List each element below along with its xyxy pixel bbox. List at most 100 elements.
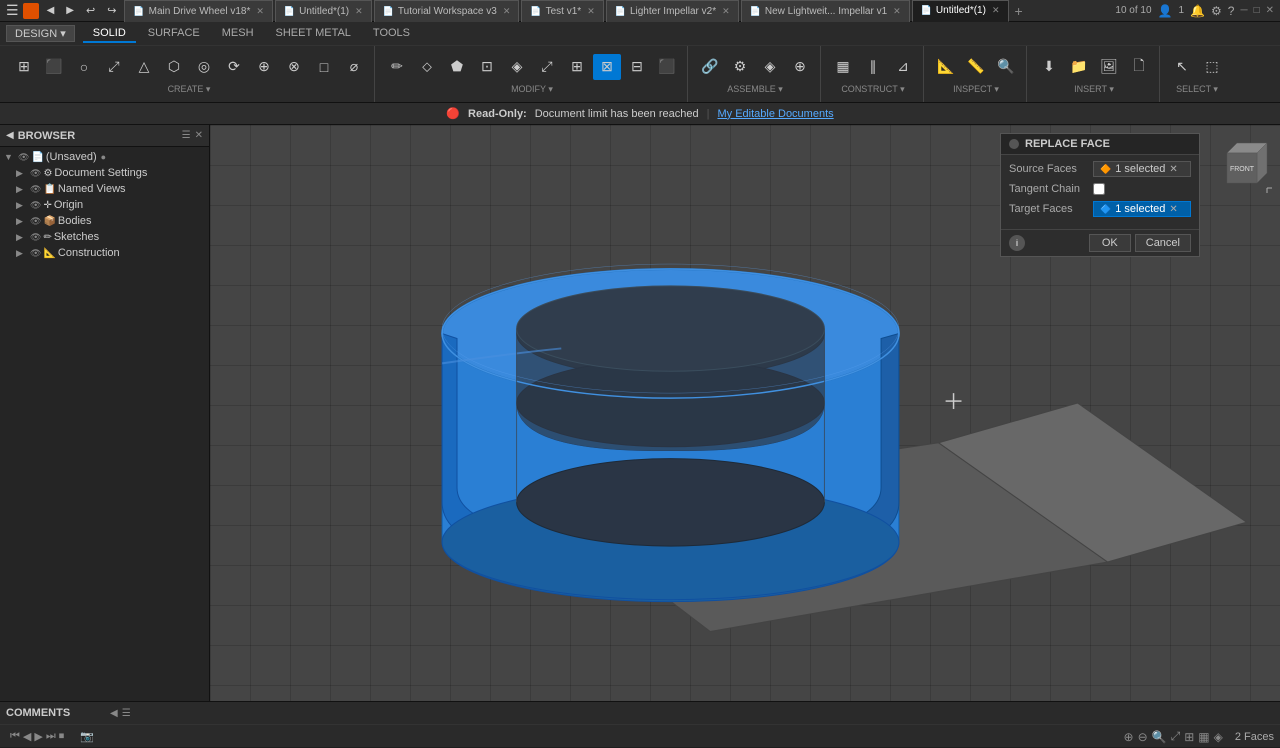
stop-btn[interactable]: ⏹ xyxy=(59,730,65,743)
tab-close-0[interactable]: ✕ xyxy=(256,6,264,17)
comments-expand-icon[interactable]: ◀ xyxy=(110,708,118,719)
loft-btn[interactable]: △ xyxy=(130,54,158,80)
skip-back-btn[interactable]: ⏮ xyxy=(10,730,20,743)
undo-btn[interactable]: ↩ xyxy=(82,3,99,18)
redo-btn[interactable]: ↪ xyxy=(103,3,120,18)
maximize-btn[interactable]: □ xyxy=(1254,5,1260,16)
forward-btn[interactable]: ▶ xyxy=(62,4,78,17)
display-btn[interactable]: ▦ xyxy=(1198,729,1209,744)
browser-close-btn[interactable]: ✕ xyxy=(195,130,203,141)
toolbar-tab-mesh[interactable]: MESH xyxy=(212,25,264,43)
next-btn[interactable]: ⏭ xyxy=(46,730,56,743)
joint-btn[interactable]: 🔗 xyxy=(696,54,724,80)
fit-to-window-btn[interactable]: ⤢ xyxy=(1171,729,1181,744)
toolbar-tab-surface[interactable]: SURFACE xyxy=(138,25,210,43)
perspective-btn[interactable]: ◈ xyxy=(1214,729,1223,744)
tree-item-bodies[interactable]: ▶ 👁 📦 Bodies xyxy=(12,213,209,229)
design-menu-btn[interactable]: DESIGN ▾ xyxy=(6,25,75,42)
target-faces-clear-btn[interactable]: ✕ xyxy=(1169,204,1177,215)
emboss-btn[interactable]: ⟳ xyxy=(220,54,248,80)
sweep-btn[interactable]: ⤢ xyxy=(100,54,128,80)
revolve-btn[interactable]: ○ xyxy=(70,54,98,80)
zoom-btn[interactable]: 🔍 xyxy=(1152,729,1167,744)
tangent-chain-checkbox[interactable] xyxy=(1093,183,1105,195)
tab-close-2[interactable]: ✕ xyxy=(503,6,511,17)
grid-btn[interactable]: ⊞ xyxy=(1184,729,1194,744)
tab-close-6[interactable]: ✕ xyxy=(992,5,1000,16)
draft-btn[interactable]: ◈ xyxy=(503,54,531,80)
collapse-sidebar-icon[interactable]: ◀ xyxy=(6,130,14,141)
canvas-btn[interactable]: 🗋 xyxy=(1125,54,1153,80)
cancel-button[interactable]: Cancel xyxy=(1135,234,1191,252)
editable-docs-link[interactable]: My Editable Documents xyxy=(717,108,833,120)
viewport[interactable]: FRONT REPLACE FACE Source Faces 🔶 1 sele… xyxy=(210,125,1280,701)
as-built-joint-btn[interactable]: ⚙ xyxy=(726,54,754,80)
split-face-btn[interactable]: ⊟ xyxy=(623,54,651,80)
close-btn[interactable]: ✕ xyxy=(1266,5,1274,16)
insert-mesh-btn[interactable]: ⬇ xyxy=(1035,54,1063,80)
tree-item-root[interactable]: ▼ 👁 📄 (Unsaved) ● xyxy=(0,149,209,165)
box-btn[interactable]: □ xyxy=(310,54,338,80)
hole-btn[interactable]: ⊕ xyxy=(250,54,278,80)
toolbar-tab-sheet-metal[interactable]: SHEET METAL xyxy=(266,25,361,43)
prev-btn[interactable]: ◀ xyxy=(23,730,31,743)
origin-tool-btn[interactable]: ⊕ xyxy=(1124,729,1134,744)
split-body-btn[interactable]: ⬛ xyxy=(653,54,681,80)
web-btn[interactable]: ◎ xyxy=(190,54,218,80)
toolbar-tab-solid[interactable]: SOLID xyxy=(83,25,136,43)
scale-btn[interactable]: ⤢ xyxy=(533,54,561,80)
minimize-btn[interactable]: ─ xyxy=(1240,5,1247,16)
ok-button[interactable]: OK xyxy=(1089,234,1131,252)
interference-btn[interactable]: 📏 xyxy=(962,54,990,80)
tree-item-construction[interactable]: ▶ 👁 📐 Construction xyxy=(12,245,209,261)
shell-btn[interactable]: ⊡ xyxy=(473,54,501,80)
comments-menu-icon[interactable]: ☰ xyxy=(122,708,131,719)
tab-close-4[interactable]: ✕ xyxy=(722,6,730,17)
source-faces-clear-btn[interactable]: ✕ xyxy=(1169,164,1177,175)
chamfer-btn[interactable]: ⬟ xyxy=(443,54,471,80)
rib-btn[interactable]: ⬡ xyxy=(160,54,188,80)
panel-close-dot[interactable] xyxy=(1009,139,1019,149)
back-btn[interactable]: ◀ xyxy=(43,4,59,17)
tree-item-doc-settings[interactable]: ▶ 👁 ⚙ Document Settings xyxy=(12,165,209,181)
insert-svg-btn[interactable]: 📁 xyxy=(1065,54,1093,80)
combine-btn[interactable]: ⊞ xyxy=(563,54,591,80)
midplane-btn[interactable]: ⊿ xyxy=(889,54,917,80)
zoom-out-btn[interactable]: ⊖ xyxy=(1138,729,1148,744)
thread-btn[interactable]: ⊗ xyxy=(280,54,308,80)
offset-plane-btn[interactable]: ▦ xyxy=(829,54,857,80)
tab-lighter-impellar[interactable]: 📄 Lighter Impellar v2* ✕ xyxy=(606,0,739,22)
tab-close-3[interactable]: ✕ xyxy=(587,6,595,17)
fillet-btn[interactable]: ⬦ xyxy=(413,54,441,80)
app-menu-icon[interactable]: ☰ xyxy=(6,2,19,19)
tab-main-drive-wheel[interactable]: 📄 Main Drive Wheel v18* ✕ xyxy=(124,0,272,22)
select-btn[interactable]: ↖ xyxy=(1168,54,1196,80)
tab-tutorial-workspace[interactable]: 📄 Tutorial Workspace v3 ✕ xyxy=(374,0,520,22)
cylinder-btn[interactable]: ⌀ xyxy=(340,54,368,80)
replace-face-btn active[interactable]: ⊠ xyxy=(593,54,621,80)
info-icon[interactable]: i xyxy=(1009,235,1025,251)
toolbar-tab-tools[interactable]: TOOLS xyxy=(363,25,420,43)
curvature-btn[interactable]: 🔍 xyxy=(992,54,1020,80)
rigid-group-btn[interactable]: ⊕ xyxy=(786,54,814,80)
measure-btn[interactable]: 📐 xyxy=(932,54,960,80)
tab-test[interactable]: 📄 Test v1* ✕ xyxy=(521,0,603,22)
play-btn[interactable]: ▶ xyxy=(34,730,42,743)
press-pull-btn[interactable]: ✏ xyxy=(383,54,411,80)
add-tab-btn[interactable]: + xyxy=(1011,3,1027,19)
joint-origin-btn[interactable]: ◈ xyxy=(756,54,784,80)
tab-close-5[interactable]: ✕ xyxy=(893,6,901,17)
tab-new-lightwei[interactable]: 📄 New Lightweit... Impellar v1 ✕ xyxy=(741,0,910,22)
tab-untitled-active[interactable]: 📄 Untitled*(1) ✕ xyxy=(912,0,1009,22)
decal-btn[interactable]: 🖼 xyxy=(1095,54,1123,80)
notifications-icon[interactable]: 🔔 xyxy=(1190,4,1205,18)
settings-icon[interactable]: ⚙ xyxy=(1211,4,1222,18)
new-component-btn[interactable]: ⊞ xyxy=(10,54,38,80)
tree-item-origin[interactable]: ▶ 👁 ✛ Origin xyxy=(12,197,209,213)
tab-untitled-1[interactable]: 📄 Untitled*(1) ✕ xyxy=(275,0,372,22)
tree-item-sketches[interactable]: ▶ 👁 ✏ Sketches xyxy=(12,229,209,245)
help-icon[interactable]: ? xyxy=(1228,4,1235,18)
tab-close-1[interactable]: ✕ xyxy=(355,6,363,17)
tree-item-named-views[interactable]: ▶ 👁 📋 Named Views xyxy=(12,181,209,197)
window-select-btn[interactable]: ⬚ xyxy=(1198,54,1226,80)
